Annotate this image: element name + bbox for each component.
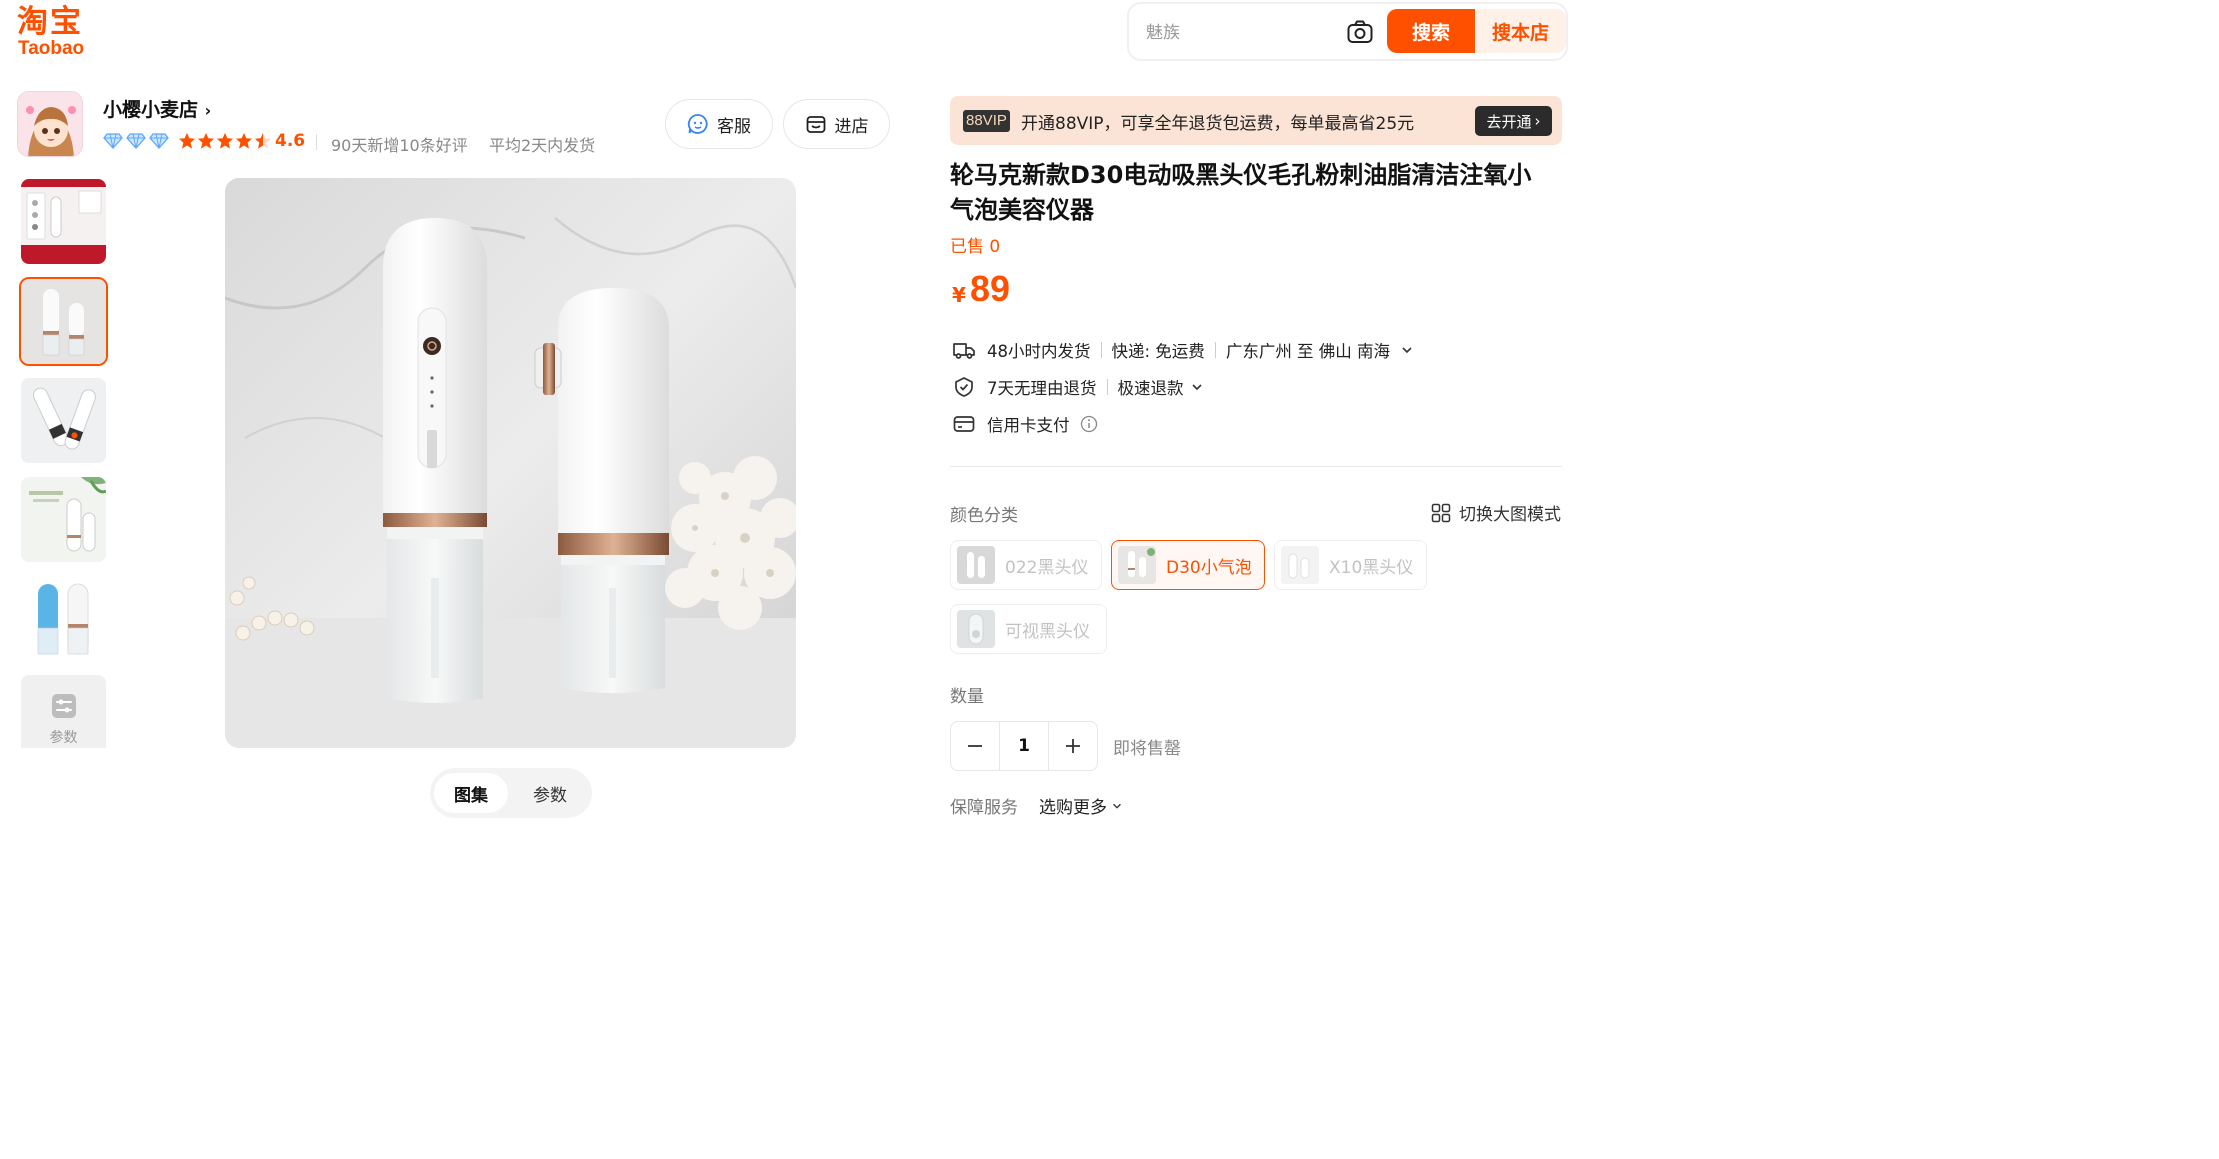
divider — [1100, 342, 1102, 358]
sku-thumbnail — [1281, 546, 1319, 584]
section-divider — [950, 466, 1562, 467]
chevron-down-icon — [1402, 347, 1412, 354]
product-price: 89 — [970, 268, 1011, 309]
guarantee-label: 保障服务 — [950, 798, 1018, 818]
chevron-right-icon: › — [204, 101, 212, 120]
tab-gallery[interactable]: 图集 — [434, 773, 508, 813]
divider — [1106, 379, 1108, 395]
vip-open-button[interactable]: 去开通 › — [1475, 106, 1552, 136]
params-thumbnail-label: 参数 — [49, 730, 78, 746]
divider — [1214, 342, 1216, 358]
sku-option[interactable]: X10黑头仪 — [1274, 540, 1427, 590]
guarantee-more-link[interactable]: 选购更多 — [1039, 793, 1123, 818]
switch-large-image-mode[interactable]: 切换大图模式 — [1431, 500, 1561, 525]
store-icon — [806, 116, 825, 133]
payment-row: 信用卡支付 — [952, 411, 1098, 437]
shop-level-diamonds — [103, 133, 169, 149]
plus-icon — [1066, 739, 1080, 753]
product-title: 轮马克新款D30电动吸黑头仪毛孔粉刺油脂清洁注氧小气泡美容仪器 — [950, 161, 1532, 224]
sku-thumbnail — [957, 546, 995, 584]
payment-method: 信用卡支付 — [987, 416, 1070, 435]
star-icon — [216, 132, 234, 149]
return-service-icon — [955, 377, 973, 397]
shop-avatar[interactable] — [17, 91, 83, 157]
quantity-label: 数量 — [950, 687, 984, 707]
sku-label: 颜色分类 — [950, 506, 1018, 526]
sku-thumbnail — [1118, 546, 1156, 584]
customer-service-label: 客服 — [717, 116, 751, 137]
guarantee-more-label: 选购更多 — [1039, 798, 1107, 818]
minus-icon — [967, 745, 982, 747]
stock-note: 即将售罄 — [1113, 739, 1181, 759]
tab-params[interactable]: 参数 — [512, 773, 588, 813]
gallery-thumbnail[interactable] — [21, 378, 106, 463]
sku-option-label: 可视黑头仪 — [1005, 621, 1090, 642]
chevron-down-icon — [1113, 803, 1121, 809]
fast-refund: 极速退款 — [1117, 379, 1184, 398]
gallery-thumbnail[interactable] — [21, 179, 106, 264]
divider — [316, 134, 317, 150]
info-icon[interactable] — [1080, 415, 1098, 433]
chevron-right-icon: › — [1534, 112, 1541, 130]
vip-promo-text: 开通88VIP，可享全年退货包运费，每单最高省25元 — [1021, 114, 1415, 134]
delivery-time: 48小时内发货 — [987, 342, 1091, 361]
quantity-input[interactable]: 1 — [999, 722, 1049, 770]
sold-count: 已售 0 — [950, 237, 1001, 257]
customer-service-button[interactable]: 客服 — [665, 99, 773, 149]
star-icon — [178, 132, 196, 149]
enter-shop-button[interactable]: 进店 — [783, 99, 890, 149]
sku-option-label: D30小气泡 — [1166, 557, 1252, 578]
returns-row[interactable]: 7天无理由退货 极速退款 — [952, 374, 1204, 400]
chevron-down-icon — [1191, 384, 1202, 391]
quantity-increase-button[interactable] — [1049, 722, 1097, 770]
gallery-thumbnail-selected[interactable] — [19, 277, 108, 366]
search-button[interactable]: 搜索 — [1387, 9, 1475, 53]
sku-option-label: X10黑头仪 — [1329, 557, 1414, 578]
customer-service-icon — [687, 114, 708, 134]
truck-icon — [953, 343, 975, 359]
shop-name: 小樱小麦店 — [103, 99, 199, 121]
sku-option-selected[interactable]: D30小气泡 — [1111, 540, 1265, 590]
star-icon — [197, 132, 215, 149]
switch-mode-label: 切换大图模式 — [1459, 505, 1561, 525]
delivery-route: 广东广州 至 佛山 南海 — [1225, 342, 1391, 361]
sku-thumbnail — [957, 610, 995, 648]
sliders-icon — [51, 694, 76, 718]
camera-search-icon[interactable] — [1346, 18, 1374, 46]
quantity-decrease-button[interactable] — [951, 722, 998, 770]
diamond-icon — [149, 133, 169, 149]
taobao-logo-cn[interactable]: 淘宝 — [17, 4, 83, 40]
shop-shipping-stat: 平均2天内发货 — [489, 136, 596, 155]
sku-option[interactable]: 可视黑头仪 — [950, 604, 1107, 654]
shop-name-link[interactable]: 小樱小麦店 › — [103, 95, 211, 122]
search-input[interactable] — [1146, 20, 1336, 46]
vip-badge: 88VIP — [963, 110, 1010, 132]
main-product-image[interactable] — [225, 178, 796, 748]
shop-review-stat: 90天新增10条好评 — [331, 136, 468, 155]
shop-rating-value: 4.6 — [275, 131, 306, 151]
search-in-shop-button[interactable]: 搜本店 — [1475, 9, 1566, 53]
delivery-row[interactable]: 48小时内发货 快递: 免运费 广东广州 至 佛山 南海 — [952, 337, 1414, 363]
vip-open-label: 去开通 — [1486, 112, 1532, 131]
express-fee: 快递: 免运费 — [1111, 342, 1205, 361]
shop-rating-stars — [178, 132, 272, 150]
enter-shop-label: 进店 — [834, 116, 869, 137]
grid-icon — [1431, 503, 1451, 522]
sku-option[interactable]: 022黑头仪 — [950, 540, 1102, 590]
price-currency: ¥ — [952, 283, 966, 307]
credit-card-icon — [953, 416, 975, 432]
taobao-logo-en[interactable]: Taobao — [18, 38, 84, 60]
gallery-thumbnail[interactable] — [21, 477, 106, 562]
star-icon — [235, 132, 253, 149]
diamond-icon — [126, 133, 146, 149]
sku-option-label: 022黑头仪 — [1005, 557, 1089, 578]
half-star-icon — [254, 132, 272, 149]
gallery-thumbnail[interactable] — [21, 576, 106, 661]
return-policy: 7天无理由退货 — [987, 379, 1097, 398]
diamond-icon — [103, 133, 123, 149]
